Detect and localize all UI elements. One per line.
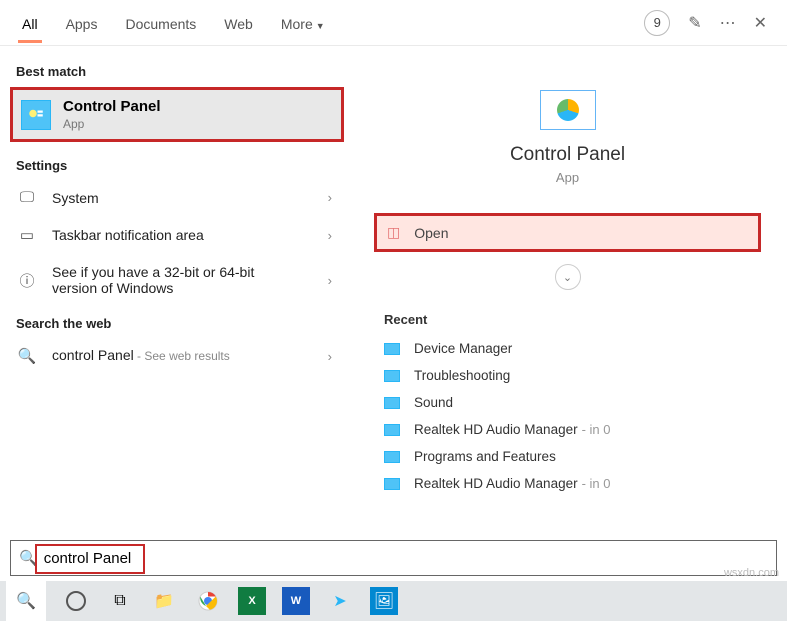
recent-item[interactable]: Realtek HD Audio Manager - in 0 — [376, 416, 759, 443]
taskbar-chrome-icon[interactable] — [194, 587, 222, 615]
watermark: wsxdn.com — [724, 567, 779, 579]
settings-header: Settings — [0, 148, 350, 179]
recent-item[interactable]: Device Manager — [376, 335, 759, 362]
control-panel-icon — [21, 100, 51, 130]
best-match-subtitle: App — [63, 117, 161, 131]
taskbar-word-icon[interactable]: W — [282, 587, 310, 615]
recent-item[interactable]: Realtek HD Audio Manager - in 0 — [376, 470, 759, 497]
setting-32-64-bit[interactable]: ⓘ See if you have a 32-bit or 64-bit ver… — [0, 254, 350, 306]
info-icon: ⓘ — [16, 270, 38, 291]
setting-system[interactable]: 🖵 System › — [0, 179, 350, 216]
preview-title: Control Panel — [376, 144, 759, 166]
results-pane: Best match Control Panel App Settings 🖵 … — [0, 46, 350, 536]
feedback-icon[interactable]: ✎ — [688, 13, 701, 33]
panel-item-icon — [384, 397, 400, 409]
tab-documents[interactable]: Documents — [111, 4, 210, 42]
search-web-header: Search the web — [0, 306, 350, 337]
open-action[interactable]: ◫ Open — [374, 213, 761, 252]
web-result[interactable]: 🔍 control Panel - See web results › — [0, 337, 350, 375]
search-input[interactable] — [44, 550, 768, 567]
best-match-title: Control Panel — [63, 98, 161, 115]
best-match-result[interactable]: Control Panel App — [10, 87, 344, 142]
taskbar-icon: ▭ — [16, 226, 38, 244]
recent-item[interactable]: Sound — [376, 389, 759, 416]
tab-web[interactable]: Web — [210, 4, 267, 42]
taskbar-telegram-icon[interactable]: ➤ — [326, 587, 354, 615]
rewards-badge[interactable]: 9 — [644, 10, 670, 36]
panel-item-icon — [384, 343, 400, 355]
taskbar-search-button[interactable]: 🔍 — [6, 581, 46, 621]
open-icon: ◫ — [387, 224, 400, 241]
monitor-icon: 🖵 — [16, 189, 38, 206]
more-options-icon[interactable]: ⋯ — [720, 13, 736, 33]
tab-all[interactable]: All — [8, 4, 52, 42]
best-match-header: Best match — [0, 54, 350, 85]
search-tabs: All Apps Documents Web More▼ 9 ✎ ⋯ ✕ — [0, 0, 787, 46]
taskbar-photos-icon[interactable]: 🖼 — [370, 587, 398, 615]
taskbar: 🔍 ⧉ 📁 X W ➤ 🖼 — [0, 581, 787, 621]
close-icon[interactable]: ✕ — [754, 13, 767, 33]
chevron-down-icon: ▼ — [316, 21, 325, 31]
chevron-right-icon: › — [328, 349, 332, 364]
preview-subtitle: App — [376, 170, 759, 185]
tab-more[interactable]: More▼ — [267, 4, 339, 42]
taskbar-explorer-icon[interactable]: 📁 — [150, 587, 178, 615]
panel-item-icon — [384, 451, 400, 463]
setting-taskbar-notification[interactable]: ▭ Taskbar notification area › — [0, 216, 350, 254]
chevron-right-icon: › — [328, 190, 332, 205]
recent-header: Recent — [384, 312, 759, 327]
taskbar-taskview-button[interactable]: ⧉ — [106, 587, 134, 615]
expand-actions-button[interactable]: ⌄ — [555, 264, 581, 290]
search-box[interactable]: 🔍 — [10, 540, 777, 576]
taskbar-excel-icon[interactable]: X — [238, 587, 266, 615]
panel-item-icon — [384, 370, 400, 382]
recent-item[interactable]: Troubleshooting — [376, 362, 759, 389]
control-panel-large-icon — [540, 90, 596, 130]
preview-pane: Control Panel App ◫ Open ⌄ Recent Device… — [350, 46, 787, 536]
chevron-right-icon: › — [328, 273, 332, 288]
recent-item[interactable]: Programs and Features — [376, 443, 759, 470]
search-icon: 🔍 — [16, 347, 38, 365]
recent-list: Device Manager Troubleshooting Sound Rea… — [376, 335, 759, 497]
panel-item-icon — [384, 424, 400, 436]
taskbar-cortana-button[interactable] — [62, 587, 90, 615]
tab-apps[interactable]: Apps — [52, 4, 112, 42]
chevron-right-icon: › — [328, 228, 332, 243]
search-icon: 🔍 — [19, 549, 38, 567]
panel-item-icon — [384, 478, 400, 490]
